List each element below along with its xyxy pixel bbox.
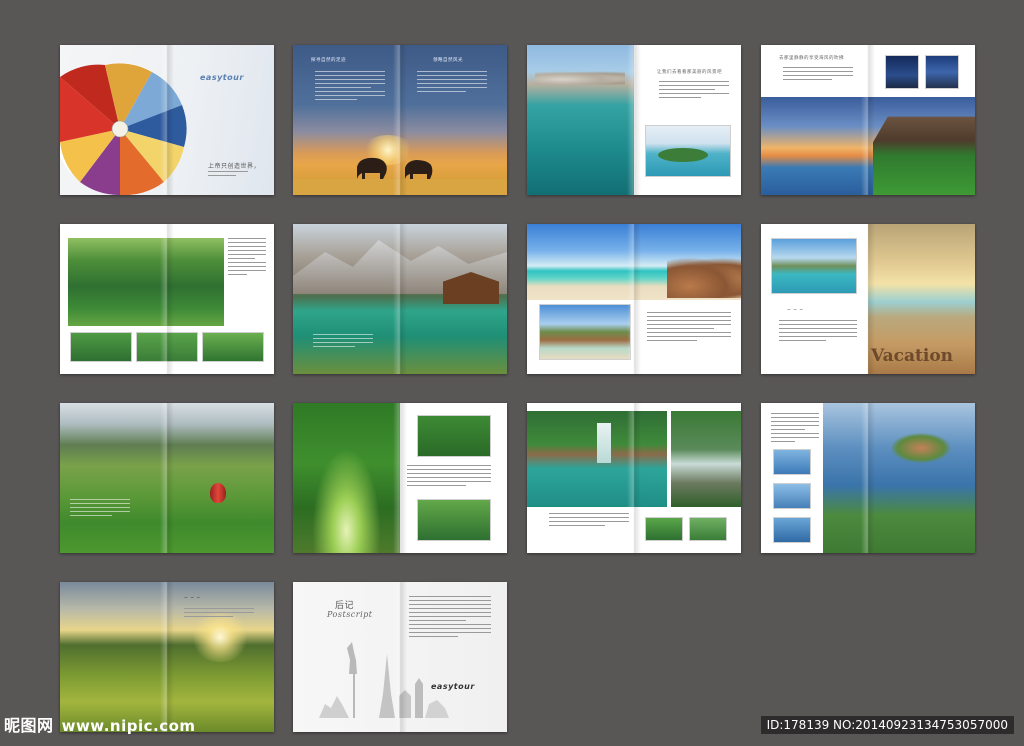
- thumb-1: [643, 515, 685, 543]
- parachute-image: [60, 63, 187, 195]
- castle-island: [891, 433, 951, 463]
- brochure-spread-vacation-beach[interactable]: ~ ~ ~ Vacation: [761, 224, 975, 374]
- vacation-sand-text: Vacation: [871, 346, 954, 366]
- boulders: [535, 71, 625, 85]
- forest-photo-2: [415, 497, 493, 543]
- brochure-spread-mountain-lake[interactable]: [293, 224, 507, 374]
- postscript-title-en: Postscript: [327, 610, 373, 619]
- heading: ~ ~ ~: [787, 308, 804, 313]
- heading: ~ ~ ~: [184, 596, 201, 601]
- green-valley-image: [68, 238, 224, 326]
- forest-photo-1: [415, 413, 493, 459]
- night-photo-2: [923, 53, 961, 91]
- rolling-fields-image: [60, 403, 274, 553]
- body-text-lines: [70, 499, 130, 519]
- brochure-spread-meadow-sunrise[interactable]: ~ ~ ~: [60, 582, 274, 732]
- rocks-photo: [537, 302, 633, 362]
- body-text-lines: [771, 413, 819, 445]
- brochure-spread-elephants[interactable]: 探寻自然的足迹 领略自然风光: [293, 45, 507, 195]
- lake-thumb-2: [771, 481, 813, 511]
- body-text-lines: [184, 608, 254, 620]
- site-url: www.nipic.com: [61, 717, 196, 735]
- body-text-lines: [228, 238, 266, 278]
- body-text-lines: [313, 334, 373, 350]
- thumb-1: [68, 330, 134, 364]
- site-name: 昵图网: [4, 716, 54, 735]
- body-text-lines: [659, 81, 729, 101]
- site-watermark: 昵图网 www.nipic.com: [4, 712, 196, 736]
- brochure-spread-tropical-resort[interactable]: 去那里静静的享受海风的吹拂: [761, 45, 975, 195]
- ground: [293, 179, 507, 195]
- lake-thumb-1: [771, 447, 813, 477]
- heading: 让我们去看看那美丽的风景吧: [657, 70, 722, 75]
- body-text-lines: [407, 465, 491, 489]
- heading-right: 领略自然风光: [433, 58, 463, 63]
- body-text-lines: [647, 312, 731, 344]
- waterfall-stream: [597, 423, 611, 463]
- thumb-2: [134, 330, 200, 364]
- tree-tunnel-image: [293, 403, 400, 553]
- brochure-spread-waterfall[interactable]: [527, 403, 741, 553]
- thumb-3: [200, 330, 266, 364]
- brochure-spread-postscript[interactable]: 后记 Postscript easytour: [293, 582, 507, 732]
- hot-air-balloon: [210, 483, 226, 503]
- sea-rocks-image: [527, 45, 634, 195]
- thumb-2: [687, 515, 729, 543]
- brochure-spread-parachute[interactable]: easytour 上帝只创造世界，: [60, 45, 274, 195]
- night-photo-1: [883, 53, 921, 91]
- cascade-photo: [671, 411, 741, 507]
- image-id-label: ID:178139 NO:20140923134753057000: [760, 716, 1014, 734]
- granite-rocks: [667, 258, 741, 298]
- body-text-lines: [549, 513, 629, 529]
- brochure-spread-tree-tunnel[interactable]: [293, 403, 507, 553]
- brand-logo: easytour: [431, 682, 475, 691]
- elephants-silhouette: [357, 157, 433, 179]
- slogan-text: 上帝只创造世界，: [208, 163, 261, 170]
- heading-left: 探寻自然的足迹: [311, 58, 346, 63]
- lagoon-photo: [769, 236, 859, 296]
- brochure-spread-beach-rocks[interactable]: [527, 224, 741, 374]
- body-text-lines: [208, 171, 248, 179]
- body-text-left: [315, 71, 385, 103]
- lake-castle-image: [823, 403, 975, 553]
- brochure-spread-green-fields[interactable]: [60, 403, 274, 553]
- brochure-spread-forest-valley[interactable]: [60, 224, 274, 374]
- meadow-sunrise-image: [60, 582, 274, 732]
- brand-logo: easytour: [200, 73, 244, 82]
- island-photo: [643, 123, 733, 179]
- landmarks-silhouette: [319, 642, 449, 718]
- body-text-lines: [783, 67, 853, 83]
- resort-hut: [873, 107, 975, 195]
- brochure-spread-underwater[interactable]: 让我们去看看那美丽的风景吧: [527, 45, 741, 195]
- body-text-lines: [779, 320, 857, 344]
- heading: 去那里静静的享受海风的吹拂: [779, 56, 844, 61]
- body-text-right: [417, 71, 487, 95]
- lake-thumb-3: [771, 515, 813, 545]
- brochure-spread-lake-island[interactable]: [761, 403, 975, 553]
